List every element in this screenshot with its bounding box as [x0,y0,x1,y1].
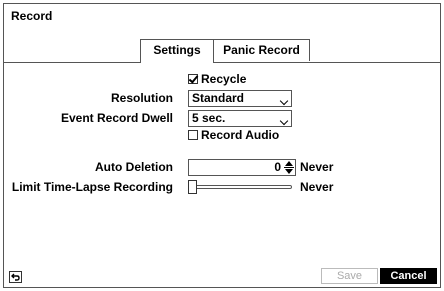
resolution-value: Standard [192,91,245,105]
event-record-dwell-select[interactable]: 5 sec. [188,110,292,127]
cancel-button[interactable]: Cancel [380,268,437,284]
limit-time-lapse-slider-thumb[interactable] [188,180,197,194]
event-record-dwell-value: 5 sec. [192,111,226,125]
tab-bar: Settings Panic Record [4,39,440,63]
dialog-title: Record [11,9,53,23]
resolution-select[interactable]: Standard [188,90,292,107]
chevron-down-icon [279,116,289,126]
chevron-down-icon [279,96,289,106]
limit-time-lapse-label: Limit Time-Lapse Recording [11,180,173,194]
record-audio-label: Record Audio [201,128,280,142]
save-button[interactable]: Save [321,268,378,284]
tab-settings[interactable]: Settings [140,39,214,63]
back-button[interactable] [9,271,22,283]
limit-time-lapse-slider-track[interactable] [190,185,292,189]
record-audio-checkbox-row[interactable]: Record Audio [188,128,279,142]
spin-down-icon[interactable] [285,169,293,174]
recycle-checkbox-row[interactable]: Recycle [188,72,246,86]
auto-deletion-value: 0 [274,160,281,174]
resolution-label: Resolution [111,91,173,105]
record-audio-checkbox[interactable] [188,130,198,140]
auto-deletion-unit: Never [300,160,334,174]
recycle-label: Recycle [201,72,247,86]
event-record-dwell-label: Event Record Dwell [60,111,173,125]
recycle-checkbox[interactable] [188,74,198,84]
auto-deletion-stepper[interactable]: 0 [188,159,296,176]
stepper-arrows-icon[interactable] [284,161,294,174]
auto-deletion-label: Auto Deletion [95,160,173,174]
footer-bar: Save Cancel [4,265,440,287]
record-dialog: Record Settings Panic Record Recycle Res… [3,3,441,288]
spin-up-icon[interactable] [285,161,293,166]
limit-time-lapse-value: Never [300,180,334,194]
tab-panic-record[interactable]: Panic Record [214,39,310,61]
back-arrow-icon [11,273,20,281]
